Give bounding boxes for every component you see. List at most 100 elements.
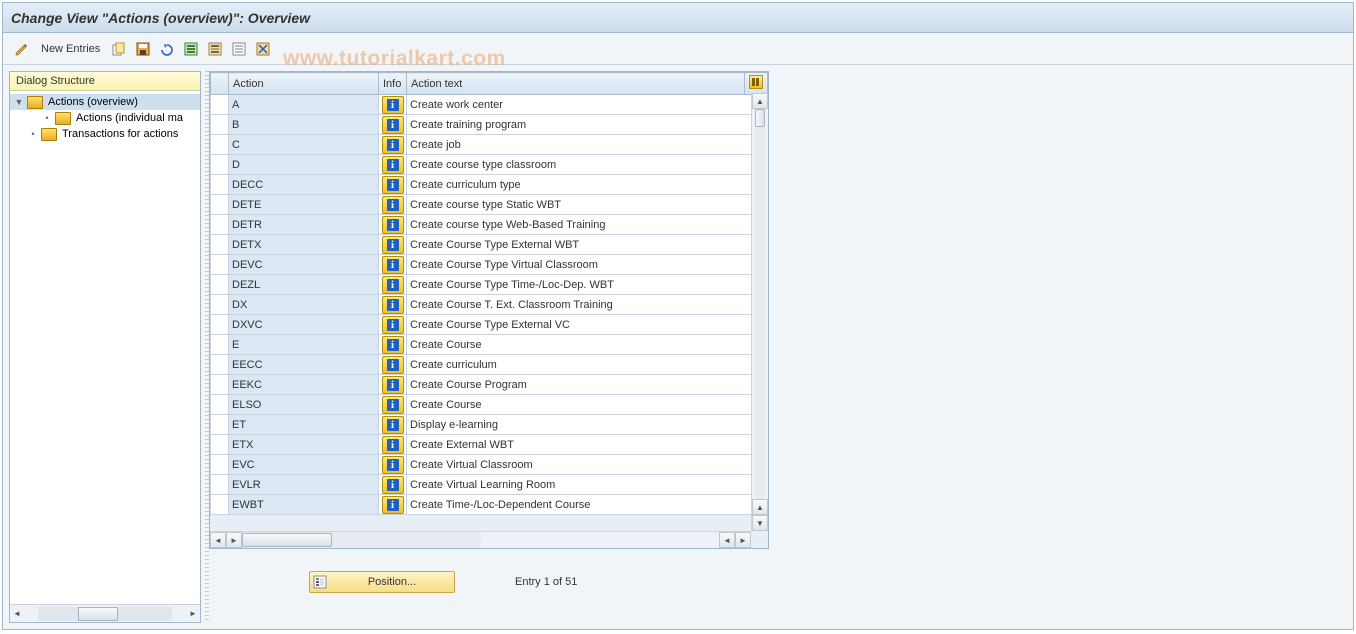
- th-row-select[interactable]: [211, 73, 229, 95]
- position-button[interactable]: Position...: [309, 571, 455, 593]
- save-icon[interactable]: [132, 38, 154, 60]
- row-select-handle[interactable]: [211, 315, 229, 335]
- th-action[interactable]: Action: [229, 73, 379, 95]
- row-select-handle[interactable]: [211, 335, 229, 355]
- scroll-right-icon[interactable]: ►: [186, 607, 200, 621]
- action-input[interactable]: [229, 375, 378, 394]
- action-input[interactable]: [229, 215, 378, 234]
- action-input[interactable]: [229, 195, 378, 214]
- info-icon[interactable]: [382, 96, 404, 114]
- action-input[interactable]: [229, 295, 378, 314]
- action-input[interactable]: [229, 95, 378, 114]
- info-icon[interactable]: [382, 356, 404, 374]
- th-info[interactable]: Info: [379, 73, 407, 95]
- info-icon[interactable]: [382, 156, 404, 174]
- action-text-input[interactable]: [407, 195, 767, 214]
- action-input[interactable]: [229, 175, 378, 194]
- row-select-handle[interactable]: [211, 275, 229, 295]
- info-icon[interactable]: [382, 416, 404, 434]
- vertical-scrollbar[interactable]: ▲ ▲ ▼: [751, 93, 768, 531]
- scroll-thumb[interactable]: [78, 607, 118, 621]
- scroll-left-icon[interactable]: ◄: [10, 607, 24, 621]
- action-text-input[interactable]: [407, 415, 767, 434]
- select-block-icon[interactable]: [204, 38, 226, 60]
- scroll-right-icon[interactable]: ►: [735, 532, 751, 548]
- info-icon[interactable]: [382, 476, 404, 494]
- action-text-input[interactable]: [407, 435, 767, 454]
- info-icon[interactable]: [382, 216, 404, 234]
- new-entries-button[interactable]: New Entries: [35, 43, 106, 55]
- info-icon[interactable]: [382, 296, 404, 314]
- scroll-thumb[interactable]: [242, 533, 332, 547]
- row-select-handle[interactable]: [211, 495, 229, 515]
- info-icon[interactable]: [382, 276, 404, 294]
- info-icon[interactable]: [382, 176, 404, 194]
- horizontal-scrollbar[interactable]: ◄ ► ◄ ►: [210, 531, 751, 548]
- info-icon[interactable]: [382, 456, 404, 474]
- action-text-input[interactable]: [407, 375, 767, 394]
- row-select-handle[interactable]: [211, 395, 229, 415]
- scroll-up-icon[interactable]: ▲: [752, 93, 768, 109]
- row-select-handle[interactable]: [211, 235, 229, 255]
- action-text-input[interactable]: [407, 315, 767, 334]
- th-action-text[interactable]: Action text: [407, 73, 745, 95]
- tree-collapse-icon[interactable]: ▼: [14, 97, 24, 107]
- scroll-left-icon[interactable]: ◄: [719, 532, 735, 548]
- action-input[interactable]: [229, 415, 378, 434]
- dialog-hscroll[interactable]: ◄ ►: [10, 604, 200, 622]
- action-text-input[interactable]: [407, 155, 767, 174]
- tree-node-actions-overview[interactable]: ▼ Actions (overview): [10, 94, 200, 110]
- action-input[interactable]: [229, 315, 378, 334]
- scroll-left-icon[interactable]: ◄: [210, 532, 226, 548]
- info-icon[interactable]: [382, 336, 404, 354]
- action-text-input[interactable]: [407, 175, 767, 194]
- info-icon[interactable]: [382, 236, 404, 254]
- action-input[interactable]: [229, 335, 378, 354]
- row-select-handle[interactable]: [211, 375, 229, 395]
- copy-as-icon[interactable]: [108, 38, 130, 60]
- action-input[interactable]: [229, 395, 378, 414]
- tree-node-actions-individual[interactable]: • Actions (individual ma: [10, 110, 200, 126]
- row-select-handle[interactable]: [211, 195, 229, 215]
- configure-columns-icon[interactable]: [749, 75, 763, 89]
- row-select-handle[interactable]: [211, 255, 229, 275]
- row-select-handle[interactable]: [211, 355, 229, 375]
- undo-icon[interactable]: [156, 38, 178, 60]
- scroll-down-icon[interactable]: ▲: [752, 499, 768, 515]
- delete-icon[interactable]: [252, 38, 274, 60]
- info-icon[interactable]: [382, 396, 404, 414]
- action-input[interactable]: [229, 235, 378, 254]
- info-icon[interactable]: [382, 116, 404, 134]
- info-icon[interactable]: [382, 136, 404, 154]
- action-input[interactable]: [229, 495, 378, 514]
- select-all-icon[interactable]: [180, 38, 202, 60]
- action-text-input[interactable]: [407, 295, 767, 314]
- info-icon[interactable]: [382, 196, 404, 214]
- row-select-handle[interactable]: [211, 175, 229, 195]
- action-text-input[interactable]: [407, 395, 767, 414]
- th-configure[interactable]: [745, 73, 768, 95]
- row-select-handle[interactable]: [211, 415, 229, 435]
- action-input[interactable]: [229, 115, 378, 134]
- action-input[interactable]: [229, 155, 378, 174]
- row-select-handle[interactable]: [211, 455, 229, 475]
- action-text-input[interactable]: [407, 335, 767, 354]
- action-text-input[interactable]: [407, 455, 767, 474]
- row-select-handle[interactable]: [211, 155, 229, 175]
- action-text-input[interactable]: [407, 495, 767, 514]
- action-text-input[interactable]: [407, 95, 767, 114]
- scroll-right-icon[interactable]: ►: [226, 532, 242, 548]
- action-text-input[interactable]: [407, 275, 767, 294]
- action-input[interactable]: [229, 135, 378, 154]
- row-select-handle[interactable]: [211, 295, 229, 315]
- toggle-display-change-icon[interactable]: [11, 38, 33, 60]
- action-input[interactable]: [229, 455, 378, 474]
- action-text-input[interactable]: [407, 475, 767, 494]
- scroll-track[interactable]: [242, 532, 481, 548]
- row-select-handle[interactable]: [211, 475, 229, 495]
- info-icon[interactable]: [382, 316, 404, 334]
- row-select-handle[interactable]: [211, 95, 229, 115]
- tree-node-transactions[interactable]: • Transactions for actions: [10, 126, 200, 142]
- action-text-input[interactable]: [407, 235, 767, 254]
- info-icon[interactable]: [382, 496, 404, 514]
